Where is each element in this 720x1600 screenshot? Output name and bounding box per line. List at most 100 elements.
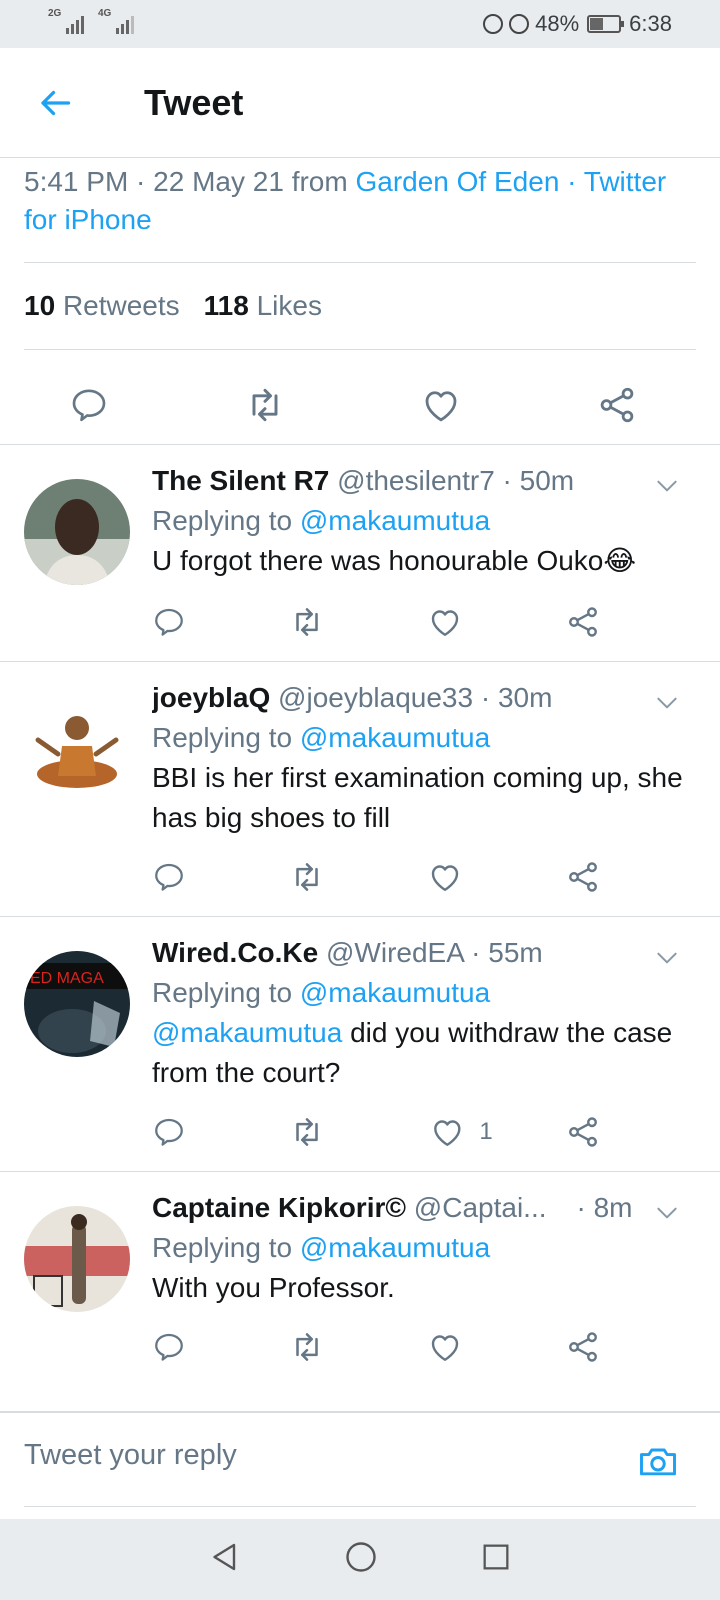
reply-menu-button[interactable] [654,945,680,976]
from-word: from [291,166,348,197]
reply-body: Captaine Kipkorir© @Captai... · 8m Replyi… [152,1192,692,1308]
tweet-location-link[interactable]: Garden Of Eden [355,166,559,197]
reply-text: With you Professor. [152,1272,395,1303]
retweets-count-link[interactable]: 10 Retweets [24,290,180,322]
share-icon [569,1332,597,1362]
tweet-actions [0,370,720,440]
retweet-icon [296,1118,318,1146]
divider [24,349,696,350]
avatar[interactable] [24,1206,130,1312]
avatar[interactable]: ED MAGA [24,951,130,1057]
retweet-icon [296,863,318,891]
avatar[interactable] [24,479,130,585]
reply-text: BBI is her first examination coming up, … [152,762,683,833]
share-button[interactable] [565,859,601,895]
share-icon [569,1117,597,1147]
share-button[interactable] [565,604,601,640]
replying-label: Replying to [152,1232,293,1263]
chevron-down-icon [657,480,677,492]
like-button[interactable] [427,1329,463,1365]
reply-age: · 50m [502,465,575,496]
nav-back-icon [213,1543,236,1571]
author-name[interactable]: joeyblaQ [152,682,270,713]
replying-label: Replying to [152,722,293,753]
author-name[interactable]: Captaine Kipkorir© [152,1192,406,1223]
reply-input[interactable]: Tweet your reply [24,1439,237,1472]
reply-icon [155,608,183,636]
reply-composer[interactable]: Tweet your reply [0,1411,720,1509]
author-name[interactable]: The Silent R7 [152,465,329,496]
reply-body: joeyblaQ @joeyblaque33 · 30m Replying to… [152,682,692,838]
chevron-down-icon [657,952,677,964]
retweet-icon [296,608,318,636]
reply-button[interactable] [152,1330,186,1364]
author-handle: @WiredEA [326,937,464,968]
nav-home-button[interactable] [343,1539,379,1580]
reply-button[interactable] [152,605,186,639]
signal-icon-1: 2G [48,8,84,34]
like-button[interactable] [427,604,463,640]
reply-icon [72,389,106,422]
reply-actions: 1 [0,1107,720,1157]
signal-indicators: 2G 4G [48,8,134,34]
retweet-button[interactable] [288,1113,326,1151]
divider [0,1171,720,1172]
back-button[interactable] [0,48,110,158]
author-name[interactable]: Wired.Co.Ke [152,937,318,968]
page-title: Tweet [144,81,244,123]
like-icon [431,865,459,891]
like-icon [425,391,457,422]
likes-count-link[interactable]: 118 Likes [204,290,322,322]
replying-to-link[interactable]: @makaumutua [300,977,490,1008]
like-button[interactable]: 1 [429,1114,493,1150]
network-type-1: 2G [48,8,62,19]
reply-body: The Silent R7 @thesilentr7 · 50m Replyin… [152,465,692,581]
retweet-button[interactable] [243,383,287,427]
like-button[interactable] [427,859,463,895]
retweet-button[interactable] [288,858,326,896]
author-handle: @joeyblaque33 [278,682,474,713]
chevron-down-icon [657,697,677,709]
divider [24,1506,696,1507]
retweet-button[interactable] [288,603,326,641]
battery-percent: 48% [535,11,580,36]
reply-button[interactable] [69,385,109,425]
tweet-time: 5:41 PM [24,166,129,197]
network-type-2: 4G [98,8,112,19]
system-nav-bar [0,1519,720,1600]
mention-link[interactable]: @makaumutua [152,1017,342,1048]
share-button[interactable] [596,384,638,426]
back-arrow-icon [41,90,71,115]
reply-menu-button[interactable] [654,690,680,721]
status-bar: 2G 4G 48% 6:38 [0,0,720,48]
share-icon [569,862,597,892]
replying-to-link[interactable]: @makaumutua [300,505,490,536]
retweet-button[interactable] [288,1328,326,1366]
reply-button[interactable] [152,860,186,894]
like-button[interactable] [420,384,462,426]
battery-icon [587,15,625,33]
replying-to-link[interactable]: @makaumutua [300,1232,490,1263]
replying-label: Replying to [152,505,293,536]
avatar[interactable] [24,696,130,802]
reply-age: · 30m [480,682,553,713]
reply-menu-button[interactable] [654,1200,680,1231]
tweet-date: 22 May 21 [153,166,284,197]
reply-icon [155,1333,183,1361]
share-button[interactable] [565,1329,601,1365]
signal-icon-2: 4G [98,8,134,34]
replying-to-link[interactable]: @makaumutua [300,722,490,753]
nav-recents-icon [483,1544,509,1570]
share-button[interactable] [565,1114,601,1150]
retweet-icon [252,388,278,422]
data-saver-icon [483,14,504,34]
nav-home-icon [346,1542,376,1572]
reply-text: @makaumutua did you withdraw the case fr… [152,1017,673,1088]
nav-recents-button[interactable] [479,1540,513,1579]
reply-button[interactable] [152,1115,186,1149]
nav-back-button[interactable] [207,1539,243,1580]
tweet-counts: 10 Retweets 118 Likes [24,290,322,322]
reply-menu-button[interactable] [654,473,680,504]
reply-body: Wired.Co.Ke @WiredEA · 55m Replying to @… [152,937,692,1093]
camera-button[interactable] [636,1439,680,1488]
